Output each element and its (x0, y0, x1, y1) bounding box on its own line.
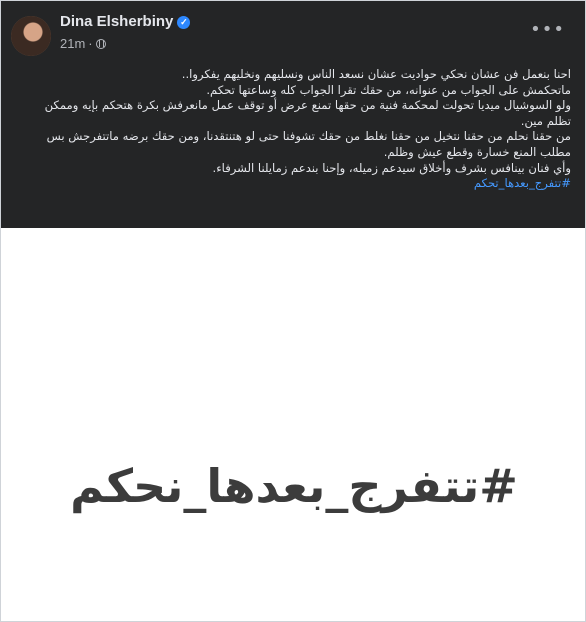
post-text: احنا بنعمل فن عشان نحكي حواديت عشان نسعد… (17, 67, 571, 192)
post-text-line: ماتحكمش على الجواب من عنوانه، من حقك تقر… (206, 82, 571, 97)
post-meta: 21m · (60, 36, 106, 51)
author-name[interactable]: Dina Elsherbiny (60, 13, 173, 30)
post-text-line: من حقنا نحلم من حقنا نتخيل من حقنا نغلط … (46, 129, 571, 159)
post-text-line: وأي فنان بينافس بشرف وأخلاق سيدعم زميله،… (212, 160, 571, 175)
post-header-and-text: Dina Elsherbiny ✓ 21m · ••• احنا بنعمل فن … (1, 1, 585, 228)
image-hashtag-text: #تتفرج_بعدها_نحكم (70, 459, 519, 513)
post-image[interactable]: #تتفرج_بعدها_نحكم (1, 228, 585, 621)
globe-icon[interactable] (95, 39, 106, 49)
author-name-row: Dina Elsherbiny ✓ (60, 13, 191, 30)
facebook-post: Dina Elsherbiny ✓ 21m · ••• احنا بنعمل فن … (0, 0, 586, 622)
post-text-line: احنا بنعمل فن عشان نحكي حواديت عشان نسعد… (181, 67, 571, 81)
more-options-icon[interactable]: ••• (530, 21, 565, 39)
post-timestamp[interactable]: 21m (60, 36, 85, 51)
avatar-image (11, 16, 51, 56)
hashtag-link[interactable]: #تتفرج_بعدها_تحكم (474, 176, 571, 190)
verified-badge-icon: ✓ (177, 16, 191, 29)
post-text-line: ولو السوشيال ميديا تحولت لمحكمة فنية من … (44, 98, 571, 128)
author-avatar[interactable] (11, 16, 51, 56)
meta-separator: · (88, 36, 93, 51)
